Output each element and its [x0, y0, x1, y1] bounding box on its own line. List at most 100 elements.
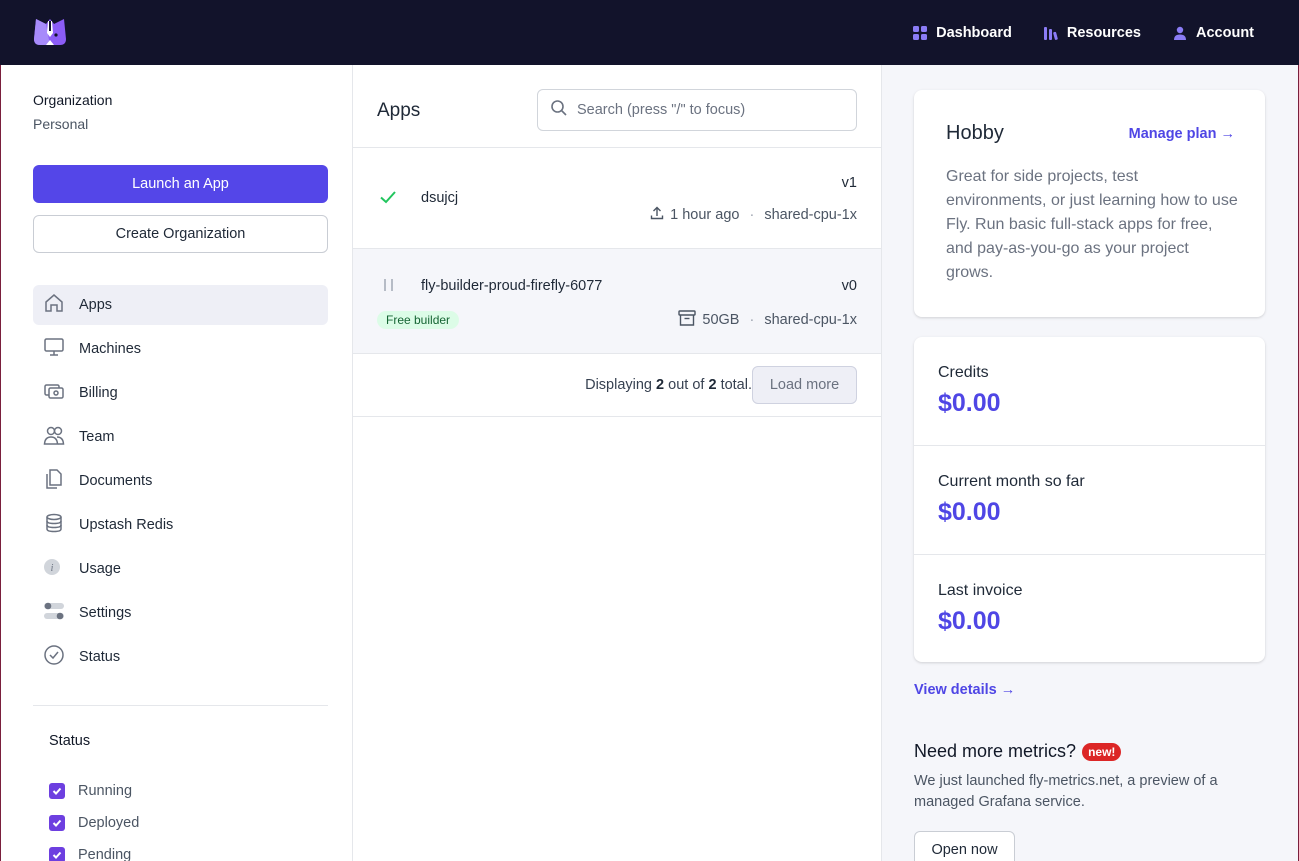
sidebar-item-label: Apps: [79, 297, 113, 313]
app-version: v0: [841, 278, 857, 294]
app-vm-size: shared-cpu-1x: [764, 312, 857, 328]
metrics-title-text: Need more metrics?: [914, 741, 1077, 761]
resources-bars-icon: [1043, 26, 1058, 40]
checkbox-checked-icon[interactable]: [49, 783, 65, 799]
sidebar-item-team[interactable]: Team: [33, 417, 328, 457]
status-filter-label: Pending: [78, 847, 132, 861]
app-updated: 1 hour ago: [670, 207, 740, 223]
upload-icon: [650, 206, 664, 224]
sidebar-item-label: Status: [79, 649, 121, 665]
sidebar-item-apps[interactable]: Apps: [33, 285, 328, 325]
app-row-fly-builder[interactable]: fly-builder-proud-firefly-6077 v0 Free b…: [353, 249, 881, 354]
plan-description: Great for side projects, test environmen…: [946, 168, 1238, 281]
app-meta: 50GB · shared-cpu-1x: [678, 310, 857, 330]
credit-label: Last invoice: [938, 582, 1023, 599]
sidebar-item-label: Machines: [79, 341, 142, 357]
pagination-footer: Displaying 2 out of 2 total. Load more: [353, 354, 881, 417]
status-filter-list: Running Deployed Pending: [49, 775, 139, 861]
status-filter-title: Status: [49, 733, 91, 749]
money-icon: [43, 380, 65, 406]
status-filter-deployed[interactable]: Deployed: [49, 807, 139, 839]
checkbox-checked-icon[interactable]: [49, 815, 65, 831]
check-icon: [379, 188, 397, 211]
check-circle-icon: [43, 644, 65, 670]
sidebar-item-machines[interactable]: Machines: [33, 329, 328, 369]
sidebar-item-billing[interactable]: Billing: [33, 373, 328, 413]
pagination-text: total.: [720, 377, 752, 393]
billing-summary-card: Credits $0.00 Current month so far $0.00…: [914, 337, 1265, 662]
organization-label: Organization: [33, 92, 113, 108]
search-box[interactable]: [537, 89, 857, 131]
credit-label: Credits: [938, 364, 989, 381]
sidebar-item-settings[interactable]: Settings: [33, 593, 328, 633]
view-details-link[interactable]: View details →: [914, 682, 1015, 698]
sidebar-item-label: Settings: [79, 605, 132, 621]
sidebar-item-status[interactable]: Status: [33, 637, 328, 677]
status-filter-label: Running: [78, 783, 133, 799]
database-icon: [43, 512, 65, 538]
sidebar-item-documents[interactable]: Documents: [33, 461, 328, 501]
apps-panel: Apps dsujcj v1 1 hour ago · shared-cpu-1…: [353, 65, 882, 861]
sidebar-item-usage[interactable]: i Usage: [33, 549, 328, 589]
status-filter-pending[interactable]: Pending: [49, 839, 139, 861]
search-icon: [550, 99, 568, 122]
app-vm-size: shared-cpu-1x: [764, 207, 857, 223]
sidebar-nav: Apps Machines Billing Team Documents Ups…: [33, 285, 328, 681]
info-icon: i: [43, 556, 65, 582]
toggles-icon: [43, 600, 65, 626]
dashboard-grid-icon: [913, 25, 928, 40]
view-details-label: View details: [914, 682, 997, 698]
pagination-count: 2: [656, 377, 665, 393]
metrics-promo-description: We just launched fly-metrics.net, a prev…: [914, 773, 1218, 810]
nav-account[interactable]: Account: [1173, 25, 1254, 41]
current-month-block: Current month so far $0.00: [914, 446, 1265, 555]
nav-resources-label: Resources: [1066, 24, 1141, 41]
pause-icon: [383, 278, 395, 297]
home-icon: [43, 292, 65, 318]
nav-account-label: Account: [1196, 24, 1254, 41]
sidebar-item-label: Documents: [79, 473, 153, 489]
plan-card: Hobby Manage plan → Great for side proje…: [914, 90, 1265, 317]
credit-value: $0.00: [938, 607, 1001, 635]
checkbox-checked-icon[interactable]: [49, 847, 65, 861]
app-name[interactable]: dsujcj: [421, 190, 458, 206]
sidebar-item-label: Billing: [79, 385, 118, 401]
page-title: Apps: [377, 100, 421, 121]
manage-plan-link[interactable]: Manage plan →: [1129, 126, 1235, 142]
separator-dot: ·: [749, 312, 755, 328]
credit-value: $0.00: [938, 498, 1001, 526]
sidebar-item-label: Usage: [79, 561, 121, 577]
app-version: v1: [841, 175, 857, 191]
pagination-text: Displaying: [585, 377, 652, 393]
nav-dashboard[interactable]: Dashboard: [913, 25, 1012, 41]
top-nav: Dashboard Resources Account: [913, 0, 1254, 65]
open-now-button[interactable]: Open now: [914, 831, 1015, 861]
status-filter-running[interactable]: Running: [49, 775, 139, 807]
user-icon: [1173, 26, 1187, 40]
search-input[interactable]: [577, 102, 837, 118]
svg-text:i: i: [51, 563, 54, 574]
last-invoice-block: Last invoice $0.00: [914, 555, 1265, 664]
organization-selector[interactable]: Personal: [33, 116, 88, 132]
nav-dashboard-label: Dashboard: [936, 24, 1012, 41]
app-volume-size: 50GB: [702, 312, 740, 328]
load-more-button[interactable]: Load more: [752, 366, 857, 404]
launch-app-button[interactable]: Launch an App: [33, 165, 328, 203]
app-name[interactable]: fly-builder-proud-firefly-6077: [421, 278, 602, 294]
status-filter-label: Deployed: [78, 815, 140, 831]
pagination-total: 2: [708, 377, 717, 393]
sidebar-item-upstash-redis[interactable]: Upstash Redis: [33, 505, 328, 545]
app-row-dsujcj[interactable]: dsujcj v1 1 hour ago · shared-cpu-1x: [353, 148, 881, 249]
free-builder-badge: Free builder: [377, 311, 460, 329]
sidebar-item-label: Team: [79, 429, 115, 445]
credits-block: Credits $0.00: [914, 337, 1265, 446]
plan-name: Hobby: [946, 122, 1004, 144]
create-organization-button[interactable]: Create Organization: [33, 215, 328, 253]
fly-logo-icon[interactable]: [32, 15, 68, 48]
credit-value: $0.00: [938, 389, 1001, 417]
manage-plan-label: Manage plan: [1128, 126, 1217, 142]
nav-resources[interactable]: Resources: [1043, 24, 1141, 41]
users-icon: [43, 424, 65, 450]
documents-icon: [43, 468, 65, 494]
pagination-text: out of: [668, 377, 705, 393]
